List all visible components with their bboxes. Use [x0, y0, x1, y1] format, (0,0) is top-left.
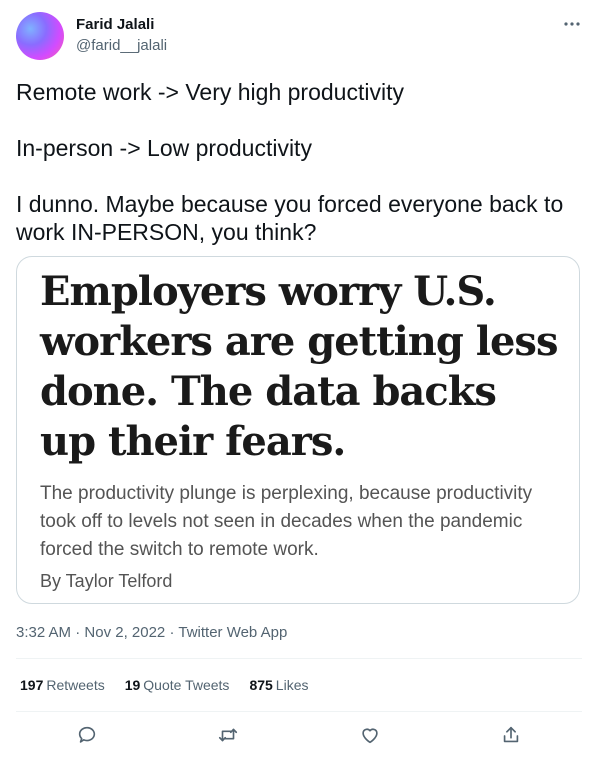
tweet-line: I dunno. Maybe because you forced everyo… — [16, 191, 564, 245]
meta-separator: · — [169, 624, 175, 641]
like-button[interactable] — [357, 722, 383, 748]
retweets-count: 197 — [20, 677, 44, 693]
retweets-stat[interactable]: 197 Retweets — [20, 677, 105, 693]
share-icon — [503, 726, 519, 743]
tweet-line: Remote work -> Very high productivity — [16, 79, 404, 105]
tweet-time[interactable]: 3:32 AM — [16, 624, 71, 641]
link-card[interactable]: Employers worry U.S. workers are getting… — [16, 256, 580, 604]
author-handle[interactable]: @farid__jalali — [76, 37, 167, 55]
quote-tweets-stat[interactable]: 19 Quote Tweets — [125, 677, 230, 693]
tweet-text: Remote work -> Very high productivity In… — [16, 78, 576, 246]
divider — [16, 658, 582, 659]
likes-label: Likes — [275, 677, 309, 693]
heart-icon — [362, 728, 378, 744]
reply-icon — [78, 726, 96, 743]
retweet-icon — [218, 728, 238, 742]
share-button[interactable] — [498, 722, 524, 748]
tweet-source[interactable]: Twitter Web App — [178, 624, 287, 641]
tweet-line: In-person -> Low productivity — [16, 135, 312, 161]
card-dek: The productivity plunge is perplexing, b… — [40, 483, 533, 560]
action-bar — [16, 720, 582, 752]
card-headline: Employers worry U.S. workers are getting… — [40, 268, 558, 465]
author-name[interactable]: Farid Jalali — [76, 16, 154, 34]
retweets-label: Retweets — [46, 677, 105, 693]
divider — [16, 711, 582, 712]
tweet-meta: 3:32 AM · Nov 2, 2022 · Twitter Web App — [16, 624, 287, 641]
more-options-button[interactable] — [560, 14, 584, 34]
quote-tweets-count: 19 — [124, 677, 141, 693]
meta-separator: · — [75, 624, 81, 641]
reply-button[interactable] — [74, 722, 100, 748]
tweet-date[interactable]: Nov 2, 2022 — [84, 624, 165, 641]
retweet-button[interactable] — [215, 722, 241, 748]
tweet-stats: 197 Retweets 19 Quote Tweets 875 Likes — [20, 677, 308, 693]
more-dots-icon — [564, 22, 580, 26]
avatar[interactable] — [16, 12, 64, 60]
quote-tweets-label: Quote Tweets — [143, 677, 230, 693]
likes-count: 875 — [249, 677, 273, 693]
likes-stat[interactable]: 875 Likes — [249, 677, 308, 693]
card-byline: By Taylor Telford — [40, 571, 173, 591]
